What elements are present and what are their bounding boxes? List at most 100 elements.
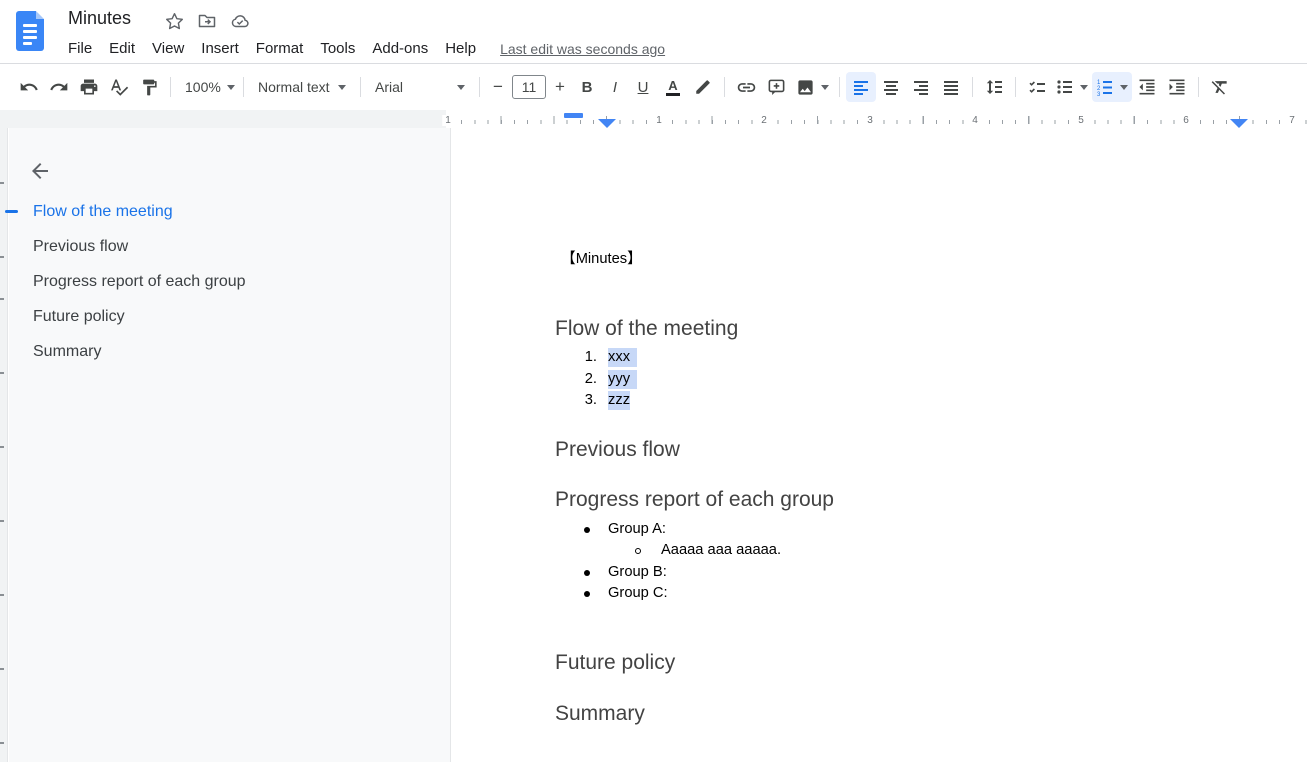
- bold-button[interactable]: B: [572, 72, 602, 102]
- outline-list: Flow of the meeting Previous flow Progre…: [9, 194, 450, 369]
- numbered-list-button[interactable]: 123: [1092, 72, 1132, 102]
- menu-bar: File Edit View Insert Format Tools Add-o…: [68, 40, 665, 57]
- doc-heading-future[interactable]: Future policy: [555, 650, 675, 676]
- outline-item-future-policy[interactable]: Future policy: [9, 299, 450, 334]
- doc-bullet-item[interactable]: Group B:: [608, 563, 667, 582]
- doc-bullet-item[interactable]: Group A:: [608, 520, 666, 539]
- numbered-list-icon: 123: [1096, 78, 1114, 96]
- horizontal-ruler[interactable]: 1 1 2 3 4 5 6 7: [0, 110, 1307, 128]
- outline-item-progress-report[interactable]: Progress report of each group: [9, 264, 450, 299]
- insert-link-button[interactable]: [731, 72, 761, 102]
- line-spacing-button[interactable]: [979, 72, 1009, 102]
- menu-tools[interactable]: Tools: [320, 40, 355, 57]
- move-to-folder-icon[interactable]: [197, 11, 217, 31]
- increase-indent-button[interactable]: [1162, 72, 1192, 102]
- checklist-button[interactable]: [1022, 72, 1052, 102]
- menu-edit[interactable]: Edit: [109, 40, 135, 57]
- document-title[interactable]: Minutes: [68, 8, 131, 29]
- last-edit-link[interactable]: Last edit was seconds ago: [500, 41, 665, 57]
- bullet-dot-icon: [584, 570, 590, 576]
- bold-icon: B: [582, 79, 593, 96]
- doc-heading-flow[interactable]: Flow of the meeting: [555, 316, 738, 342]
- chevron-down-icon: [1120, 85, 1128, 90]
- increase-indent-icon: [1167, 77, 1187, 97]
- bullet-dot-icon: [584, 591, 590, 597]
- doc-bullet-item[interactable]: Group C:: [608, 584, 668, 603]
- list-number: 1.: [567, 348, 597, 367]
- clear-formatting-button[interactable]: [1205, 72, 1235, 102]
- doc-heading-summary[interactable]: Summary: [555, 701, 645, 727]
- ruler-inch-label: 1: [653, 115, 665, 126]
- right-indent-marker[interactable]: [1230, 119, 1248, 128]
- menu-addons[interactable]: Add-ons: [372, 40, 428, 57]
- chevron-down-icon: [227, 85, 235, 90]
- align-left-button[interactable]: [846, 72, 876, 102]
- list-number: 2.: [567, 370, 597, 389]
- line-spacing-icon: [985, 78, 1003, 96]
- print-button[interactable]: [74, 72, 104, 102]
- underline-button[interactable]: U: [628, 72, 658, 102]
- content-area: Flow of the meeting Previous flow Progre…: [0, 128, 1307, 762]
- doc-heading-previous[interactable]: Previous flow: [555, 437, 680, 463]
- bullet-circle-icon: [635, 548, 641, 554]
- menu-view[interactable]: View: [152, 40, 184, 57]
- paragraph-style-value: Normal text: [258, 79, 332, 95]
- doc-list-item[interactable]: xxx: [608, 348, 637, 367]
- highlight-color-button[interactable]: [688, 72, 718, 102]
- redo-button[interactable]: [44, 72, 74, 102]
- increase-font-size-button[interactable]: +: [548, 72, 572, 102]
- document-page[interactable]: 【Minutes】 Flow of the meeting 1. xxx 2. …: [451, 128, 1307, 762]
- underline-icon: U: [638, 79, 649, 96]
- menu-file[interactable]: File: [68, 40, 92, 57]
- paint-format-button[interactable]: [134, 72, 164, 102]
- menu-format[interactable]: Format: [256, 40, 304, 57]
- plus-icon: +: [555, 77, 565, 97]
- align-justify-button[interactable]: [936, 72, 966, 102]
- cloud-saved-icon[interactable]: [230, 11, 250, 31]
- bullet-dot-icon: [584, 527, 590, 533]
- ruler-inch-label: 7: [1286, 115, 1298, 126]
- bulleted-list-button[interactable]: [1052, 72, 1092, 102]
- back-arrow-icon: [28, 159, 52, 183]
- vertical-ruler-strip: [0, 128, 8, 762]
- add-comment-button[interactable]: [761, 72, 791, 102]
- undo-button[interactable]: [14, 72, 44, 102]
- outline-item-summary[interactable]: Summary: [9, 334, 450, 369]
- align-center-button[interactable]: [876, 72, 906, 102]
- doc-list-item[interactable]: yyy: [608, 370, 637, 389]
- menu-insert[interactable]: Insert: [201, 40, 239, 57]
- ruler-inch-label: 5: [1075, 115, 1087, 126]
- highlighter-icon: [694, 78, 712, 96]
- decrease-font-size-button[interactable]: −: [486, 72, 510, 102]
- doc-intro-line[interactable]: 【Minutes】: [561, 250, 642, 269]
- zoom-select[interactable]: 100%: [177, 72, 237, 102]
- spellcheck-button[interactable]: [104, 72, 134, 102]
- ruler-inch-label: 6: [1180, 115, 1192, 126]
- font-family-select[interactable]: Arial: [367, 72, 473, 102]
- google-docs-icon[interactable]: [16, 11, 44, 51]
- doc-heading-progress[interactable]: Progress report of each group: [555, 487, 834, 513]
- first-line-indent-marker[interactable]: [564, 113, 583, 118]
- decrease-indent-button[interactable]: [1132, 72, 1162, 102]
- paragraph-style-select[interactable]: Normal text: [250, 72, 354, 102]
- italic-button[interactable]: I: [602, 72, 628, 102]
- outline-item-previous-flow[interactable]: Previous flow: [9, 229, 450, 264]
- menu-help[interactable]: Help: [445, 40, 476, 57]
- outline-item-flow-of-the-meeting[interactable]: Flow of the meeting: [9, 194, 450, 229]
- close-outline-button[interactable]: [27, 158, 53, 184]
- left-indent-marker[interactable]: [598, 119, 616, 128]
- insert-image-button[interactable]: [791, 72, 833, 102]
- chevron-down-icon: [338, 85, 346, 90]
- image-icon: [796, 78, 815, 97]
- text-color-button[interactable]: A: [658, 72, 688, 102]
- font-size-input[interactable]: 11: [512, 75, 546, 99]
- app-header: Minutes File Edit View Insert Format Too…: [0, 0, 1307, 63]
- star-icon[interactable]: [164, 11, 184, 31]
- document-outline-pane: Flow of the meeting Previous flow Progre…: [9, 128, 450, 762]
- ruler-inch-label: 3: [864, 115, 876, 126]
- align-center-icon: [882, 78, 900, 96]
- doc-sub-bullet-item[interactable]: Aaaaa aaa aaaaa.: [661, 541, 781, 560]
- align-right-button[interactable]: [906, 72, 936, 102]
- doc-list-item[interactable]: zzz: [608, 391, 630, 410]
- minus-icon: −: [493, 77, 503, 97]
